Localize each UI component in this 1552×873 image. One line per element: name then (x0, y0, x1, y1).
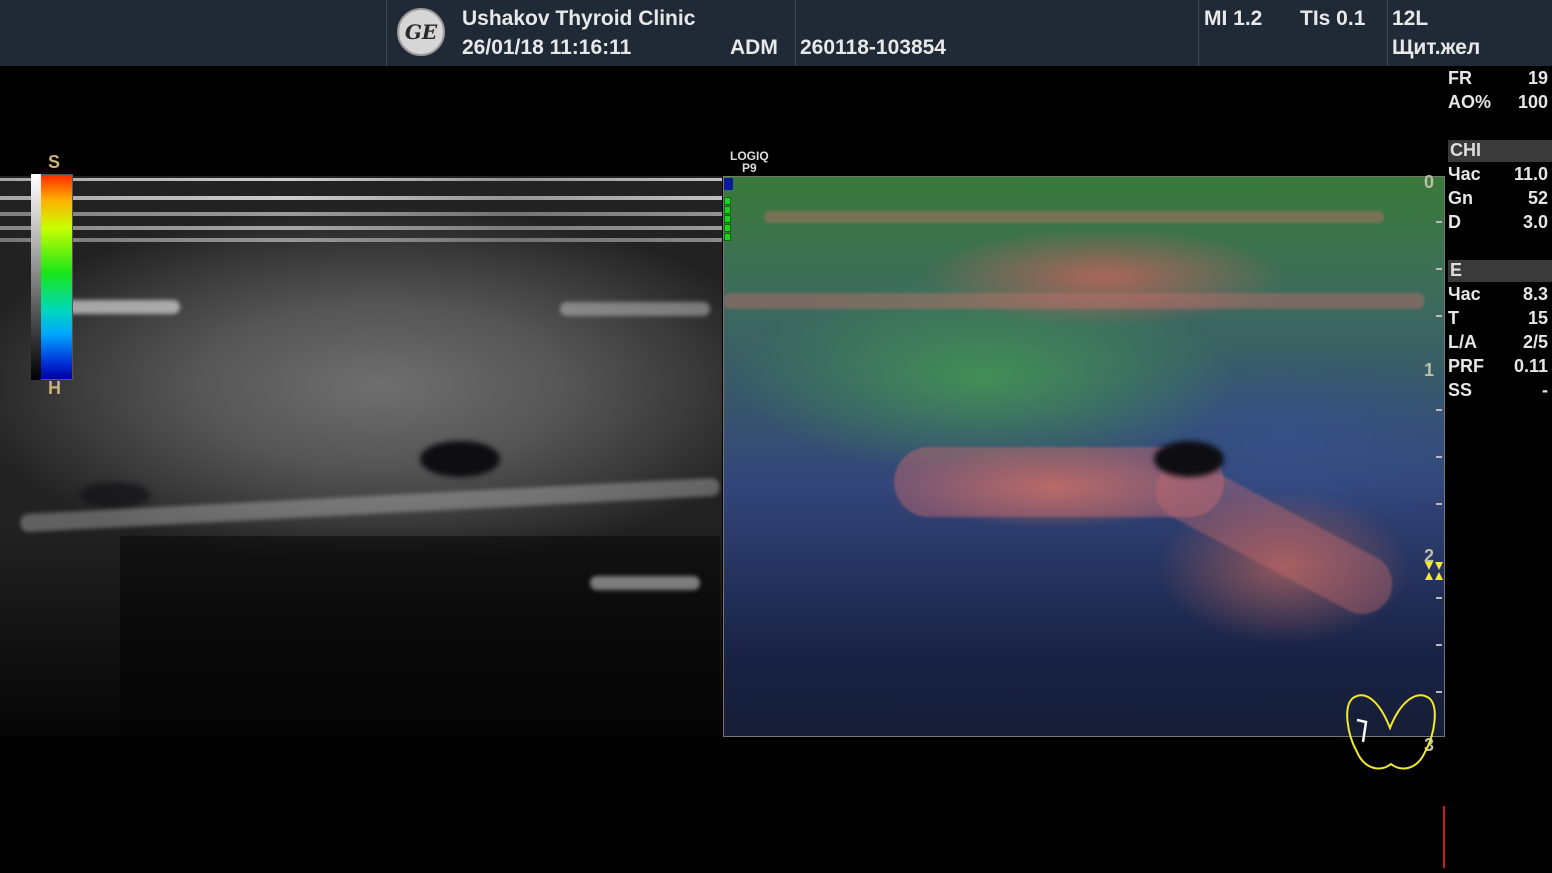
acoustic-shadow (120, 536, 720, 736)
chi-param: Час 11.0 (1448, 164, 1548, 184)
depth-label: 0 (1424, 172, 1435, 192)
cyst-lesion (1154, 441, 1224, 477)
operator-label: ADM (730, 36, 778, 59)
logiq-line2: P9 (741, 161, 757, 175)
mi-value: MI 1.2 (1204, 7, 1263, 30)
thyroid-bodymark-icon (1346, 694, 1436, 770)
depth-tick (1436, 456, 1442, 458)
chi-param: Gn 52 (1448, 188, 1548, 208)
probe-name: 12L (1392, 7, 1429, 30)
ge-logo-icon: GE (397, 8, 445, 56)
roi-marker (724, 197, 731, 205)
roi-marker (724, 206, 731, 214)
clinic-name: Ushakov Thyroid Clinic (462, 7, 696, 30)
e-param: L/A 2/5 (1448, 332, 1548, 352)
exam-id: 260118-103854 (800, 36, 946, 59)
hypoechoic-area (80, 482, 150, 508)
chi-param: D 3.0 (1448, 212, 1548, 232)
orientation-marker (724, 178, 733, 190)
depth-tick (1436, 409, 1442, 411)
scale-hard-label: H (48, 378, 61, 398)
elastography-image[interactable] (723, 176, 1445, 737)
tissue-band (0, 226, 722, 230)
tissue-band (0, 212, 722, 216)
elasto-band (764, 211, 1384, 223)
header-bar: GE Ushakov Thyroid Clinic 26/01/18 11:16… (0, 0, 1552, 66)
e-param: SS - (1448, 380, 1548, 400)
depth-tick (1436, 315, 1442, 317)
grayscale-bar-overlay (31, 174, 41, 380)
tissue-band (0, 196, 722, 200)
preset-name: Щит.жел (1392, 36, 1481, 59)
elasto-band (724, 293, 1424, 309)
exam-datetime: 26/01/18 11:16:11 (462, 36, 632, 59)
depth-label: 1 (1424, 360, 1435, 380)
chi-header: CHI (1448, 140, 1552, 162)
cyst-lesion (420, 441, 500, 477)
roi-marker (724, 233, 731, 241)
param-fr: FR 19 (1448, 68, 1548, 88)
trachea-echo (590, 576, 700, 590)
capsule-echo (60, 300, 180, 314)
depth-tick (1436, 503, 1442, 505)
capsule-echo (560, 302, 710, 316)
param-ao: AO% 100 (1448, 92, 1548, 112)
depth-tick (1436, 221, 1442, 223)
depth-tick (1436, 268, 1442, 270)
depth-tick (1436, 644, 1442, 646)
depth-tick (1436, 597, 1442, 599)
tis-value: TIs 0.1 (1300, 7, 1366, 30)
cine-indicator (1443, 806, 1445, 868)
e-param: PRF 0.11 (1448, 356, 1548, 376)
e-header: E (1448, 260, 1552, 282)
scale-soft-label: S (48, 152, 61, 172)
bmode-image[interactable] (0, 176, 722, 736)
logiq-label: LOGIQ P9 (730, 150, 769, 174)
tissue-band (0, 238, 722, 242)
roi-marker (724, 215, 731, 223)
e-param: T 15 (1448, 308, 1548, 328)
e-param: Час 8.3 (1448, 284, 1548, 304)
focus-marker-icon[interactable] (1424, 561, 1444, 581)
roi-marker (724, 224, 731, 232)
skin-line (0, 178, 722, 181)
